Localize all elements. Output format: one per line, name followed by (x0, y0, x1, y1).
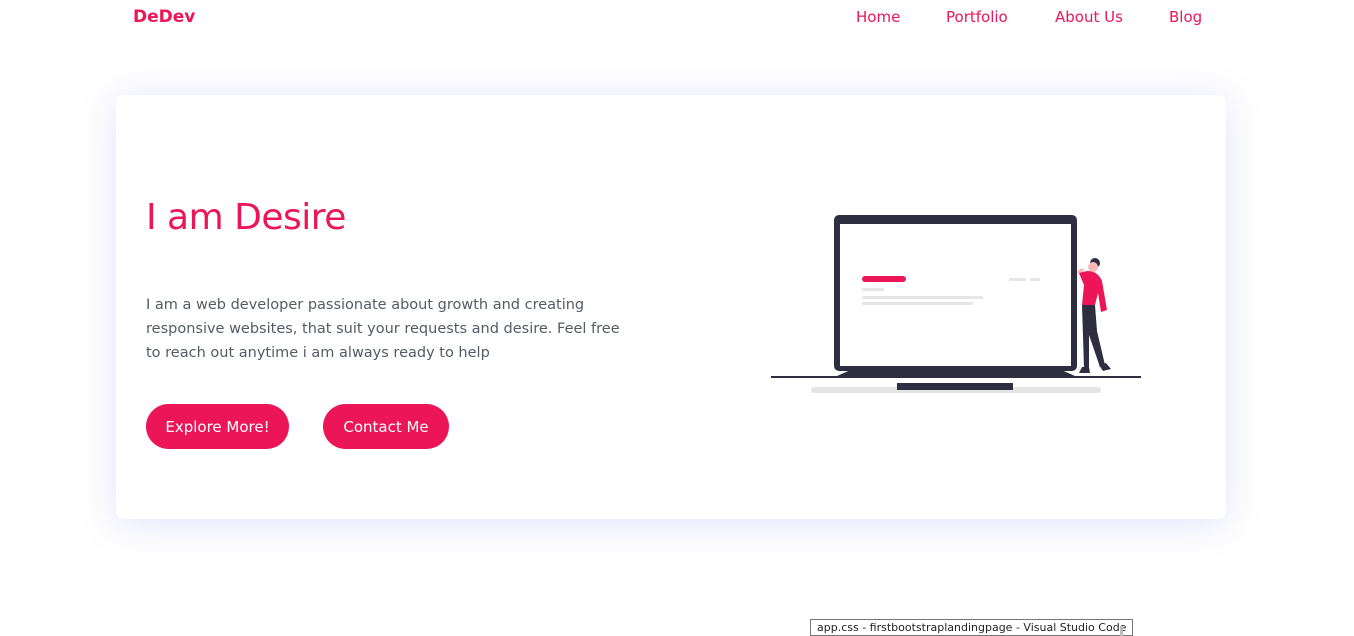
laptop-woman-illustration-icon (771, 215, 1141, 393)
nav-item-blog[interactable]: Blog (1169, 8, 1202, 26)
nav-item-about-us[interactable]: About Us (1055, 8, 1123, 26)
nav-item-home[interactable]: Home (856, 8, 900, 26)
hero-title: I am Desire (146, 197, 346, 238)
contact-me-button[interactable]: Contact Me (323, 404, 449, 449)
brand-logo[interactable]: DeDev (133, 7, 195, 27)
tooltip-edge (1120, 626, 1123, 636)
window-title-tooltip: app.css - firstbootstraplandingpage - Vi… (810, 619, 1134, 636)
hero-card: I am Desire I am a web developer passion… (116, 95, 1226, 519)
laptop-illustration (771, 213, 1141, 402)
explore-more-button[interactable]: Explore More! (146, 404, 289, 449)
nav-item-portfolio[interactable]: Portfolio (946, 8, 1008, 26)
hero-description: I am a web developer passionate about gr… (146, 297, 620, 361)
